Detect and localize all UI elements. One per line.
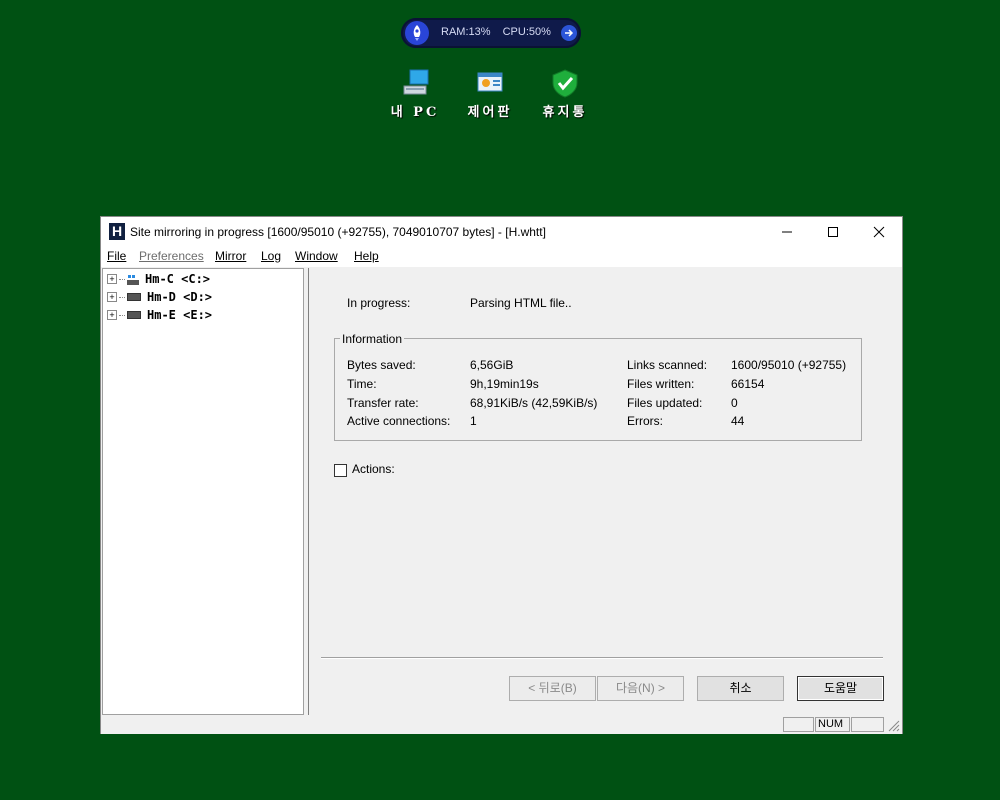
menu-preferences[interactable]: Preferences [139, 249, 204, 263]
in-progress-label: In progress: [347, 296, 411, 310]
drive-tree[interactable]: + Hm-C <C:> + Hm-D <D:> + Hm-E <E:> [102, 268, 304, 715]
system-monitor-widget[interactable]: RAM:13% CPU:50% [401, 18, 581, 48]
desktop-icon-label: 내 PC [390, 105, 440, 120]
tree-item-label: Hm-E <E:> [147, 308, 213, 322]
menu-bar: File Preferences Mirror Log Window Help [101, 247, 902, 267]
desktop-icon-label: 제어판 [467, 105, 513, 120]
errors-label: Errors: [627, 414, 663, 428]
desktop-icon-recycle-bin[interactable]: 휴지통 [530, 68, 600, 120]
transfer-rate-label: Transfer rate: [347, 396, 419, 410]
tree-item-c[interactable]: + Hm-C <C:> [107, 271, 210, 287]
expand-icon[interactable]: + [107, 292, 117, 302]
menu-log[interactable]: Log [261, 249, 281, 263]
progress-panel: In progress: Parsing HTML file.. Informa… [309, 268, 901, 715]
desktop-icon-my-pc[interactable]: 내 PC [380, 68, 450, 120]
cpu-usage: CPU:50% [502, 26, 551, 38]
arrow-right-icon[interactable] [561, 25, 577, 41]
maximize-button[interactable] [810, 217, 856, 247]
rocket-icon[interactable] [405, 21, 429, 45]
expand-icon[interactable]: + [107, 274, 117, 284]
help-button[interactable]: 도움말 [797, 676, 884, 701]
transfer-rate-value: 68,91KiB/s (42,59KiB/s) [470, 396, 598, 410]
title-bar[interactable]: H Site mirroring in progress [1600/95010… [101, 217, 902, 247]
menu-file[interactable]: File [107, 249, 126, 263]
menu-mirror[interactable]: Mirror [215, 249, 246, 263]
drive-icon [127, 311, 141, 319]
system-drive-icon [127, 274, 139, 285]
information-title: Information [340, 332, 405, 346]
bytes-saved-label: Bytes saved: [347, 358, 416, 372]
shield-check-icon [550, 68, 580, 98]
cancel-button[interactable]: 취소 [697, 676, 784, 701]
in-progress-value: Parsing HTML file.. [470, 296, 572, 310]
expand-icon[interactable]: + [107, 310, 117, 320]
desktop-icon-label: 휴지통 [542, 105, 588, 120]
tree-item-label: Hm-D <D:> [147, 290, 213, 304]
active-connections-label: Active connections: [347, 414, 451, 428]
next-button[interactable]: 다음(N) > [597, 676, 684, 701]
menu-window[interactable]: Window [295, 249, 338, 263]
desktop-icon-control-panel[interactable]: 제어판 [455, 68, 525, 120]
files-updated-value: 0 [731, 396, 738, 410]
bytes-saved-value: 6,56GiB [470, 358, 514, 372]
tree-item-label: Hm-C <C:> [145, 272, 211, 286]
back-button[interactable]: < 뒤로(B) [509, 676, 596, 701]
status-cell-empty [783, 717, 814, 732]
window-title: Site mirroring in progress [1600/95010 (… [130, 225, 546, 239]
errors-value: 44 [731, 414, 745, 428]
computer-icon [400, 68, 430, 98]
menu-help[interactable]: Help [354, 249, 379, 263]
files-written-label: Files written: [627, 377, 695, 391]
actions-label: Actions: [352, 462, 395, 476]
app-icon: H [109, 223, 125, 240]
actions-checkbox[interactable] [334, 464, 347, 477]
status-cell-empty [851, 717, 884, 732]
files-updated-label: Files updated: [627, 396, 703, 410]
resize-grip-icon[interactable] [888, 720, 900, 735]
separator [321, 657, 883, 659]
time-value: 9h,19min19s [470, 377, 539, 391]
num-lock-indicator: NUM [815, 717, 850, 732]
links-scanned-label: Links scanned: [627, 358, 708, 372]
active-connections-value: 1 [470, 414, 477, 428]
ram-usage: RAM:13% [441, 26, 491, 38]
close-button[interactable] [856, 217, 902, 247]
status-bar: NUM [101, 715, 902, 734]
files-written-value: 66154 [731, 377, 765, 391]
links-scanned-value: 1600/95010 (+92755) [731, 358, 847, 372]
time-label: Time: [347, 377, 377, 391]
drive-icon [127, 293, 141, 301]
control-panel-icon [475, 68, 505, 98]
tree-item-d[interactable]: + Hm-D <D:> [107, 289, 212, 305]
minimize-button[interactable] [764, 217, 810, 247]
httrack-window: H Site mirroring in progress [1600/95010… [100, 216, 903, 734]
tree-item-e[interactable]: + Hm-E <E:> [107, 307, 212, 323]
